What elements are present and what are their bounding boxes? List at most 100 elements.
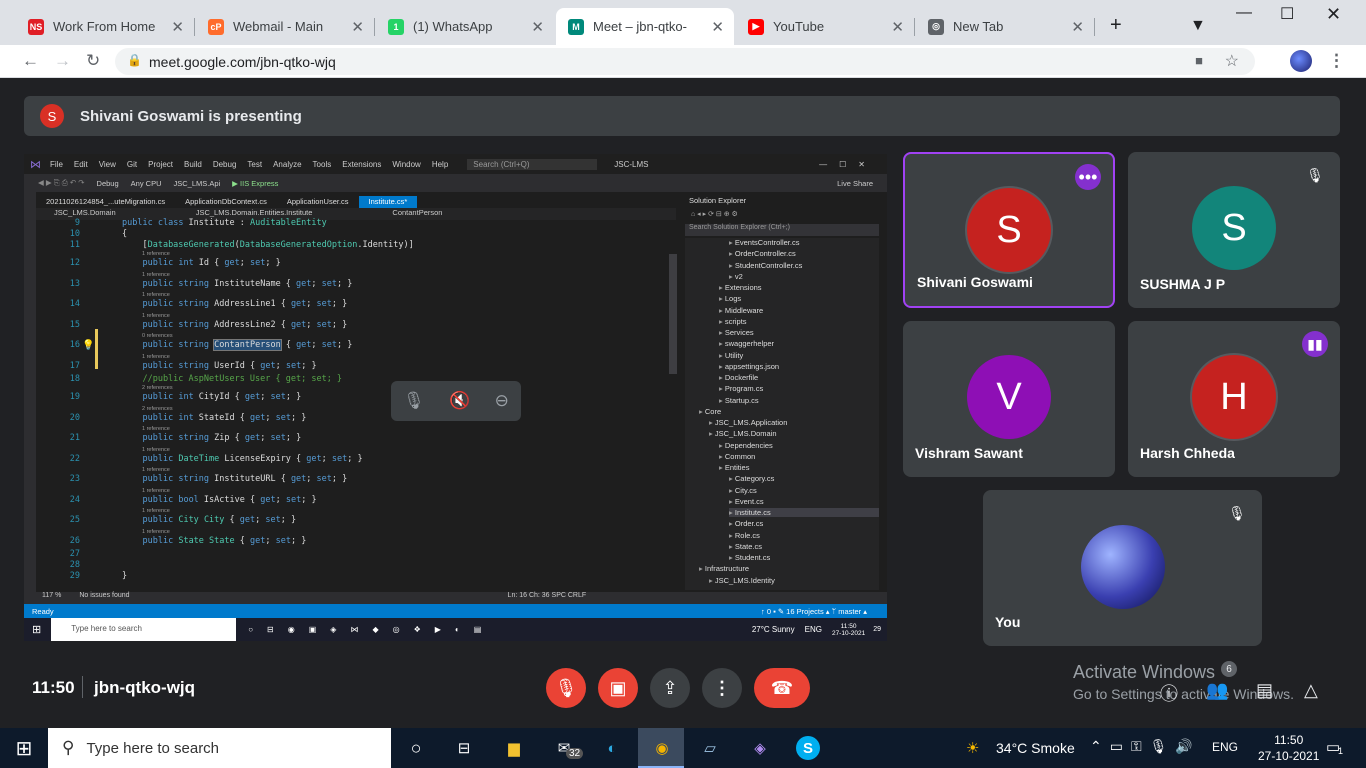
taskbar-weather[interactable]: 34°C Smoke — [996, 740, 1075, 756]
participant-tile-shivani[interactable]: S Shivani Goswami ••• — [903, 152, 1115, 308]
camera-icon[interactable]: ■ — [1195, 53, 1203, 68]
browser-tab[interactable]: 1 (1) WhatsApp ✕ — [376, 8, 554, 45]
skype-icon[interactable]: S — [796, 736, 820, 760]
ide-menu-item[interactable]: View — [99, 160, 116, 169]
edge-icon[interactable]: ◐ — [600, 736, 624, 760]
solution-tree-item[interactable]: ▸ v2 — [729, 272, 879, 281]
browser-tab[interactable]: ◎ New Tab ✕ — [916, 8, 1095, 45]
participant-tile-you[interactable]: You 🎙 — [983, 490, 1262, 646]
ide-menu-item[interactable]: Debug — [213, 160, 237, 169]
ide-menu-item[interactable]: File — [50, 160, 63, 169]
solution-tree-item[interactable]: ▸ Infrastructure — [699, 564, 879, 573]
back-icon[interactable]: ← — [22, 51, 39, 71]
leave-call-button[interactable]: ☎ — [754, 668, 810, 708]
solution-tree-item[interactable]: ▸ OrderController.cs — [729, 249, 879, 258]
solution-tree-item[interactable]: ▸ City.cs — [729, 486, 879, 495]
solution-tree-item[interactable]: ▸ Order.cs — [729, 519, 879, 528]
notepad-icon[interactable]: ▱ — [698, 736, 722, 760]
solution-tree-item[interactable]: ▸ StudentController.cs — [729, 261, 879, 270]
solution-tree-item[interactable]: ▸ Extensions — [719, 283, 879, 292]
ide-document-tab[interactable]: ApplicationDbContext.cs — [175, 196, 277, 208]
remove-icon[interactable]: ⊖ — [495, 391, 509, 411]
code-reference-count[interactable]: 1 reference — [142, 488, 170, 494]
solution-search-field[interactable]: Search Solution Explorer (Ctrl+;) — [685, 224, 879, 236]
ide-menu-item[interactable]: Project — [148, 160, 173, 169]
tab-close-icon[interactable]: ✕ — [711, 18, 724, 36]
solution-tree-item[interactable]: ▸ Middleware — [719, 306, 879, 315]
solution-tree-item[interactable]: ▸ appsettings.json — [719, 362, 879, 371]
taskbar-time[interactable]: 11:50 — [1258, 732, 1319, 748]
ide-menu-item[interactable]: Extensions — [342, 160, 381, 169]
code-reference-count[interactable]: 1 reference — [142, 447, 170, 453]
browser-tab[interactable]: cP Webmail - Main ✕ — [196, 8, 375, 45]
solution-tree-item[interactable]: ▸ Logs — [719, 294, 879, 303]
solution-tree-item[interactable]: ▸ Dockerfile — [719, 373, 879, 382]
browser-tab[interactable]: ▶ YouTube ✕ — [736, 8, 915, 45]
solution-tree-item[interactable]: ▸ State.cs — [729, 542, 879, 551]
participant-tile-vishram[interactable]: V Vishram Sawant — [903, 321, 1115, 477]
code-reference-count[interactable]: 1 reference — [142, 529, 170, 535]
activities-icon[interactable]: △ — [1304, 680, 1318, 701]
ide-menu-item[interactable]: Build — [184, 160, 202, 169]
ide-menu-item[interactable]: Test — [247, 160, 262, 169]
code-reference-count[interactable]: 1 reference — [142, 251, 170, 257]
forward-icon[interactable]: → — [54, 51, 71, 71]
ide-document-tab[interactable]: ApplicationUser.cs — [277, 196, 359, 208]
audio-off-icon[interactable]: 🔇 — [449, 391, 470, 411]
ide-menu-item[interactable]: Window — [392, 160, 420, 169]
code-reference-count[interactable]: 1 reference — [142, 426, 170, 432]
participant-tile-harsh[interactable]: H Harsh Chheda ▮▮ — [1128, 321, 1340, 477]
editor-scrollbar[interactable] — [669, 254, 677, 374]
chat-icon[interactable]: ▤ — [1256, 680, 1273, 701]
tab-close-icon[interactable]: ✕ — [891, 18, 904, 36]
ide-menu-item[interactable]: Analyze — [273, 160, 301, 169]
ide-menu-item[interactable]: Tools — [313, 160, 332, 169]
solution-tree-item[interactable]: ▸ JSC_LMS.Domain — [709, 429, 879, 438]
tab-close-icon[interactable]: ✕ — [1071, 18, 1084, 36]
ide-config-debug[interactable]: Debug — [97, 179, 119, 188]
tab-search-icon[interactable]: ▼ — [1190, 17, 1206, 35]
profile-avatar[interactable] — [1290, 50, 1312, 72]
cortana-icon[interactable]: ○ — [404, 736, 428, 760]
solution-tree-item[interactable]: ▸ Core — [699, 407, 879, 416]
more-options-button[interactable]: ⋮ — [702, 668, 742, 708]
taskbar-date[interactable]: 27-10-2021 — [1258, 748, 1319, 764]
solution-tree-item[interactable]: ▸ JSC_LMS.Identity — [709, 576, 879, 585]
solution-tree-item[interactable]: ▸ JSC_LMS.Application — [709, 418, 879, 427]
ide-startup-project[interactable]: JSC_LMS.Api — [173, 179, 220, 188]
new-tab-button[interactable]: + — [1110, 14, 1122, 37]
solution-tree-item[interactable]: ▸ Services — [719, 328, 879, 337]
code-reference-count[interactable]: 1 reference — [142, 467, 170, 473]
solution-tree-item[interactable]: ▸ Startup.cs — [719, 396, 879, 405]
github-icon[interactable]: ◈ — [748, 736, 772, 760]
live-share-button[interactable]: Live Share — [837, 179, 873, 188]
code-reference-count[interactable]: 2 references — [142, 406, 173, 412]
code-reference-count[interactable]: 1 reference — [142, 508, 170, 514]
participant-tile-sushma[interactable]: S SUSHMA J P 🎙 — [1128, 152, 1340, 308]
ide-menu-item[interactable]: Help — [432, 160, 448, 169]
solution-tree-item[interactable]: ▸ scripts — [719, 317, 879, 326]
windows-start-icon[interactable]: ⊞ — [12, 736, 36, 760]
solution-tree-item[interactable]: ▸ Dependencies — [719, 441, 879, 450]
meeting-details-icon[interactable]: ⓘ — [1160, 680, 1178, 706]
solution-tree-item[interactable]: ▸ Common — [719, 452, 879, 461]
file-explorer-icon[interactable]: ▆ — [502, 736, 526, 760]
ide-menu-item[interactable]: Edit — [74, 160, 88, 169]
more-options-icon[interactable]: ••• — [1075, 164, 1101, 190]
solution-tree-item[interactable]: ▸ Program.cs — [719, 384, 879, 393]
nav-member[interactable]: ContantPerson — [392, 208, 442, 220]
ide-document-tab[interactable]: 20211026124854_...uteMigration.cs — [36, 196, 175, 208]
solution-tree-item[interactable]: ▸ Event.cs — [729, 497, 879, 506]
ide-document-tab[interactable]: Institute.cs* — [358, 196, 418, 208]
code-editor[interactable]: 💡 9 public class Institute : AuditableEnt… — [36, 218, 676, 590]
taskbar-search-field[interactable]: ⚲ Type here to search — [48, 728, 391, 768]
task-view-icon[interactable]: ⊟ — [452, 736, 476, 760]
solution-tree-item[interactable]: ▸ Role.cs — [729, 531, 879, 540]
code-reference-count[interactable]: 1 reference — [142, 272, 170, 278]
tab-close-icon[interactable]: ✕ — [171, 18, 184, 36]
reload-icon[interactable]: ↻ — [86, 51, 100, 71]
code-reference-count[interactable]: 0 references — [142, 333, 173, 339]
chrome-icon[interactable]: ◉ — [650, 736, 674, 760]
present-screen-button[interactable]: ⇪ — [650, 668, 690, 708]
ide-menu-item[interactable]: Git — [127, 160, 137, 169]
